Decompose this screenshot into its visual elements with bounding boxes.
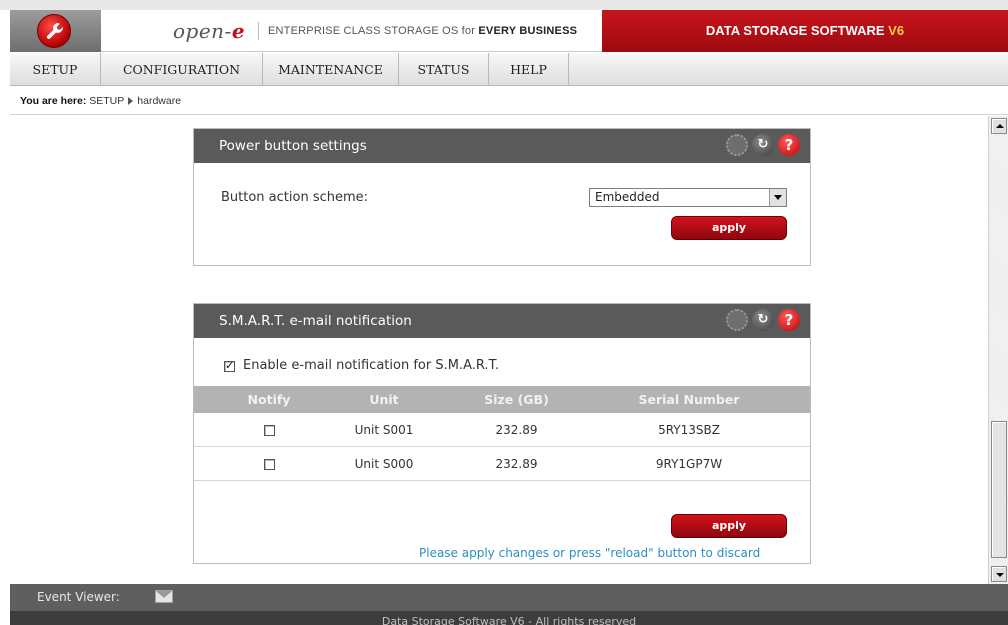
menu-setup[interactable]: SETUP: [10, 53, 101, 86]
breadcrumb: You are here: SETUP hardware: [10, 87, 1008, 115]
power-apply-button[interactable]: apply: [671, 216, 787, 240]
power-panel-toolbar: [726, 134, 802, 158]
smart-table-header: Notify Unit Size (GB) Serial Number: [194, 386, 810, 413]
logo[interactable]: [10, 10, 101, 52]
cell-serial: 5RY13SBZ: [658, 423, 720, 437]
apply-hint-text: Please apply changes or press "reload" b…: [419, 546, 761, 560]
help-icon[interactable]: [778, 134, 800, 156]
cell-size: 232.89: [495, 423, 538, 437]
chevron-down-icon[interactable]: [769, 189, 786, 206]
main-menu: SETUP CONFIGURATION MAINTENANCE STATUS H…: [10, 53, 1008, 86]
smart-panel-toolbar: [726, 309, 802, 333]
power-panel-header: Power button settings: [194, 129, 810, 163]
smart-panel-header: S.M.A.R.T. e-mail notification: [194, 304, 810, 338]
notify-checkbox[interactable]: [264, 459, 275, 470]
reload-icon[interactable]: [752, 309, 774, 331]
smart-notification-panel: S.M.A.R.T. e-mail notification Enable e-…: [193, 303, 811, 564]
cell-serial: 9RY1GP7W: [655, 457, 723, 471]
smart-apply-button[interactable]: apply: [671, 514, 787, 538]
reload-icon[interactable]: [752, 134, 774, 156]
copyright-bar: Data Storage Software V6 - All rights re…: [10, 611, 1008, 625]
app-window: open-e ENTERPRISE CLASS STORAGE OS for E…: [0, 0, 1008, 625]
scheme-label: Button action scheme:: [221, 190, 369, 205]
brand-logo-text: open-e: [173, 19, 246, 43]
top-strip: [0, 0, 1008, 10]
notify-checkbox[interactable]: [264, 425, 275, 436]
col-notify: Notify: [247, 392, 291, 407]
scheme-select[interactable]: Embedded: [589, 188, 787, 207]
col-serial: Serial Number: [638, 392, 740, 407]
copyright-text: Data Storage Software V6 - All rights re…: [381, 615, 637, 625]
gear-icon[interactable]: [726, 134, 748, 156]
scroll-up-icon[interactable]: [991, 118, 1007, 134]
event-viewer-label: Event Viewer:: [37, 590, 120, 604]
cell-unit: Unit S001: [354, 423, 414, 437]
smart-panel-title: S.M.A.R.T. e-mail notification: [219, 313, 412, 329]
power-button-panel: Power button settings Button action sche…: [193, 128, 811, 266]
enable-smart-checkbox[interactable]: [224, 359, 235, 372]
scroll-thumb[interactable]: [991, 421, 1007, 558]
menu-status[interactable]: STATUS: [399, 53, 489, 86]
enable-smart-label: Enable e-mail notification for S.M.A.R.T…: [243, 358, 500, 373]
menu-configuration[interactable]: CONFIGURATION: [101, 53, 263, 86]
breadcrumb-prefix: You are here:: [20, 95, 87, 107]
vertical-scrollbar[interactable]: [988, 116, 1008, 584]
breadcrumb-setup[interactable]: SETUP: [89, 95, 124, 107]
event-viewer-bar: Event Viewer:: [10, 584, 1008, 611]
menu-help[interactable]: HELP: [489, 53, 569, 86]
main-content: Power button settings Button action sche…: [10, 116, 988, 584]
product-title: DATA STORAGE SOFTWARE V6: [602, 10, 1008, 52]
help-icon[interactable]: [778, 309, 800, 331]
breadcrumb-hardware[interactable]: hardware: [137, 95, 181, 107]
power-panel-title: Power button settings: [219, 138, 367, 154]
table-row: Unit S001 232.89 5RY13SBZ: [194, 414, 810, 447]
menu-maintenance[interactable]: MAINTENANCE: [263, 53, 399, 86]
table-row: Unit S000 232.89 9RY1GP7W: [194, 448, 810, 481]
app-header: open-e ENTERPRISE CLASS STORAGE OS for E…: [10, 10, 1008, 52]
cell-unit: Unit S000: [354, 457, 414, 471]
envelope-icon[interactable]: [155, 590, 173, 603]
gear-icon[interactable]: [726, 309, 748, 331]
scroll-down-icon[interactable]: [991, 566, 1007, 582]
scheme-select-value: Embedded: [595, 190, 660, 204]
tagline: ENTERPRISE CLASS STORAGE OS for EVERY BU…: [268, 25, 578, 37]
col-size: Size (GB): [484, 392, 549, 407]
wrench-icon: [37, 14, 71, 48]
cell-size: 232.89: [495, 457, 538, 471]
breadcrumb-arrow-icon: [128, 97, 134, 106]
col-unit: Unit: [369, 392, 399, 407]
header-divider: [258, 22, 259, 40]
